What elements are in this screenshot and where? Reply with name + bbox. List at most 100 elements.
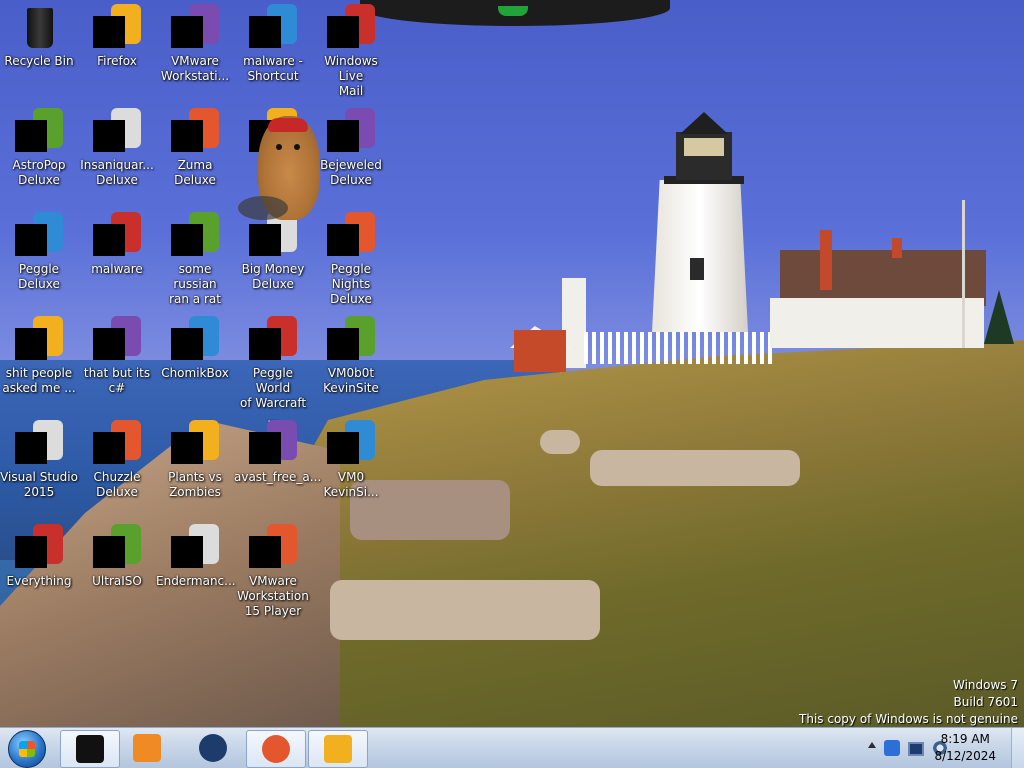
desktop-icon-label: Everything (6, 574, 72, 588)
watermark-genuine: This copy of Windows is not genuine (799, 712, 1018, 726)
wallpaper-tree (984, 290, 1014, 344)
mail-icon (327, 4, 375, 52)
desktop-icon[interactable]: ChomikBox (156, 316, 234, 381)
show-desktop-button[interactable] (1011, 728, 1024, 768)
desktop-icon[interactable]: malware - Shortcut (234, 4, 312, 84)
desktop-icon[interactable]: Peggle World of Warcraft ... (234, 316, 312, 426)
wallpaper-lighthouse (652, 180, 748, 332)
desktop-icon[interactable]: Endermanc... (156, 524, 236, 589)
desktop-icon[interactable]: avast_free_a... (234, 420, 321, 485)
desktop-icon[interactable]: AstroPop Deluxe (0, 108, 78, 188)
game-icon (171, 108, 219, 156)
game-icon (93, 108, 141, 156)
desktop-icon-label: ChomikBox (161, 366, 229, 380)
desktop-icon[interactable]: Everything (0, 524, 78, 589)
action-center-icon[interactable] (884, 740, 900, 756)
game-icon (171, 420, 219, 468)
windows-flag-icon (19, 741, 35, 757)
wallpaper-lighthouse-cap (680, 112, 728, 134)
network-icon[interactable] (908, 742, 924, 756)
desktop-icon-label: Visual Studio 2015 (0, 470, 78, 499)
file-icon (93, 316, 141, 364)
media-player-icon (133, 734, 161, 762)
media-player-pinned[interactable] (118, 730, 176, 766)
desktop-icon[interactable]: VM0b0t KevinSite (312, 316, 390, 396)
globe-pinned[interactable] (184, 730, 242, 766)
wallpaper-house-chimney (820, 230, 832, 290)
desktop-icon[interactable]: Bejeweled Deluxe (312, 108, 390, 188)
firefox-pinned[interactable] (246, 730, 306, 768)
firefox-icon (262, 735, 290, 763)
desktop-icon[interactable]: Peggle Deluxe (0, 212, 78, 292)
desktop-icon-label: VM0 KevinSi... (323, 470, 379, 499)
clock-time: 8:19 AM (940, 732, 990, 746)
firefox-icon (93, 4, 141, 52)
desktop-icon-label: Chuzzle Deluxe (93, 470, 141, 499)
desktop-icon-label: Endermanc... (156, 574, 236, 588)
top-dock-ornament (360, 0, 670, 26)
desktop-icon[interactable]: Plants vs Zombies (156, 420, 234, 500)
desktop-icon[interactable]: Chuzzle Deluxe (78, 420, 156, 500)
desktop-icon[interactable]: Big Money Deluxe (234, 212, 312, 292)
desktop-icon-label: Recycle Bin (4, 54, 74, 68)
desktop-icon-label: VMware Workstation 15 Player (237, 574, 309, 618)
wallpaper-pole (962, 200, 965, 348)
desktop-icon-label: Plants vs Zombies (168, 470, 222, 499)
desktop-icon[interactable]: VMware Workstation 15 Player (234, 524, 312, 619)
desktop: Recycle Bin Firefox VMware Workstati... mal… (0, 0, 1024, 768)
wallpaper-rock (540, 430, 580, 454)
desktop-icon[interactable]: Peggle Nights Deluxe (312, 212, 390, 307)
desktop-icon[interactable]: UltraISO (78, 524, 156, 589)
game-icon (15, 212, 63, 260)
file-icon (171, 212, 219, 260)
desktop-icon[interactable]: VMware Workstati... (156, 4, 234, 84)
explorer-pinned[interactable] (60, 730, 120, 768)
desktop-icon[interactable]: that but its c# (78, 316, 156, 396)
app-icon (171, 316, 219, 364)
desktop-icon-label: Windows Live Mail (324, 54, 378, 98)
wallpaper-shed (514, 330, 566, 372)
desktop-icon-label: Peggle Deluxe (18, 262, 60, 291)
file-icon (327, 420, 375, 468)
hamster-hat (268, 118, 308, 132)
game-icon (15, 108, 63, 156)
show-hidden-icons-icon[interactable] (868, 742, 876, 748)
game-icon (327, 212, 375, 260)
desktop-icon[interactable]: shit people asked me ... (0, 316, 78, 396)
vmware-icon (171, 4, 219, 52)
clock[interactable]: 8:19 AM 8/12/2024 (934, 731, 996, 765)
desktop-icon-label: VM0b0t KevinSite (323, 366, 379, 395)
desktop-icon-label: Insaniquar... Deluxe (80, 158, 154, 187)
wallpaper-rock (590, 450, 800, 486)
game-icon (93, 420, 141, 468)
desktop-icon-label: Big Money Deluxe (241, 262, 305, 291)
desktop-icon-label: AstroPop Deluxe (12, 158, 66, 187)
hamster-shadow (238, 196, 288, 220)
desktop-icon[interactable]: VM0 KevinSi... (312, 420, 390, 500)
desktop-icon-label: malware (91, 262, 143, 276)
search-app-icon (15, 524, 63, 572)
system-tray: 8:19 AM 8/12/2024 (834, 728, 1024, 768)
desktop-icon-label: that but its c# (83, 366, 151, 395)
desktop-icon[interactable]: Recycle Bin (0, 4, 78, 69)
desktop-icon-label: Firefox (97, 54, 137, 68)
desktop-icon[interactable]: Zuma Deluxe (156, 108, 234, 188)
game-icon (249, 316, 297, 364)
desktop-icon[interactable]: Firefox (78, 4, 156, 69)
desktop-icon[interactable]: Windows Live Mail (312, 4, 390, 99)
desktop-pet-hamster[interactable] (238, 116, 320, 220)
desktop-icon[interactable]: malware (78, 212, 156, 277)
windows-start-orb-icon (8, 730, 46, 768)
avast-icon (249, 420, 297, 468)
start-button[interactable] (4, 729, 50, 768)
taskbar: 8:19 AM 8/12/2024 (0, 727, 1024, 768)
desktop-icon[interactable]: some russian ran a rat (156, 212, 234, 307)
vmware-pinned[interactable] (308, 730, 368, 768)
desktop-icon[interactable]: Insaniquar... Deluxe (78, 108, 156, 188)
clock-date: 8/12/2024 (934, 749, 996, 763)
watermark-build: Build 7601 (953, 695, 1018, 709)
windows-watermark: Windows 7 Build 7601 This copy of Window… (799, 677, 1018, 728)
disc-icon (93, 524, 141, 572)
watermark-os: Windows 7 (952, 678, 1018, 692)
desktop-icon[interactable]: Visual Studio 2015 (0, 420, 78, 500)
